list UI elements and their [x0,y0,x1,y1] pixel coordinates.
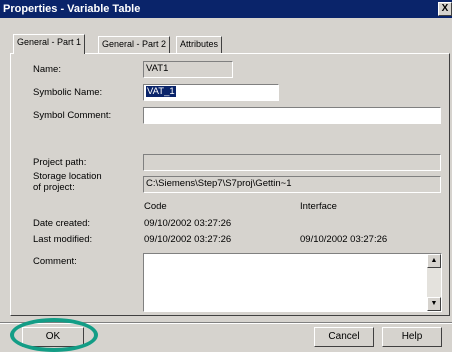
tab-general-part-2[interactable]: General - Part 2 [98,36,171,53]
tab-attributes[interactable]: Attributes [176,36,223,53]
close-button[interactable]: X [438,2,452,16]
properties-dialog: Properties - Variable Table X General - … [0,0,452,352]
close-icon: X [441,3,449,14]
title-bar[interactable]: Properties - Variable Table X [0,0,452,18]
ok-highlight-circle [10,318,98,352]
window-title: Properties - Variable Table [3,3,141,15]
tab-panel [10,53,450,316]
help-button[interactable]: Help [382,327,442,347]
tab-general-part-1[interactable]: General - Part 1 [13,34,86,54]
cancel-button[interactable]: Cancel [314,327,374,347]
